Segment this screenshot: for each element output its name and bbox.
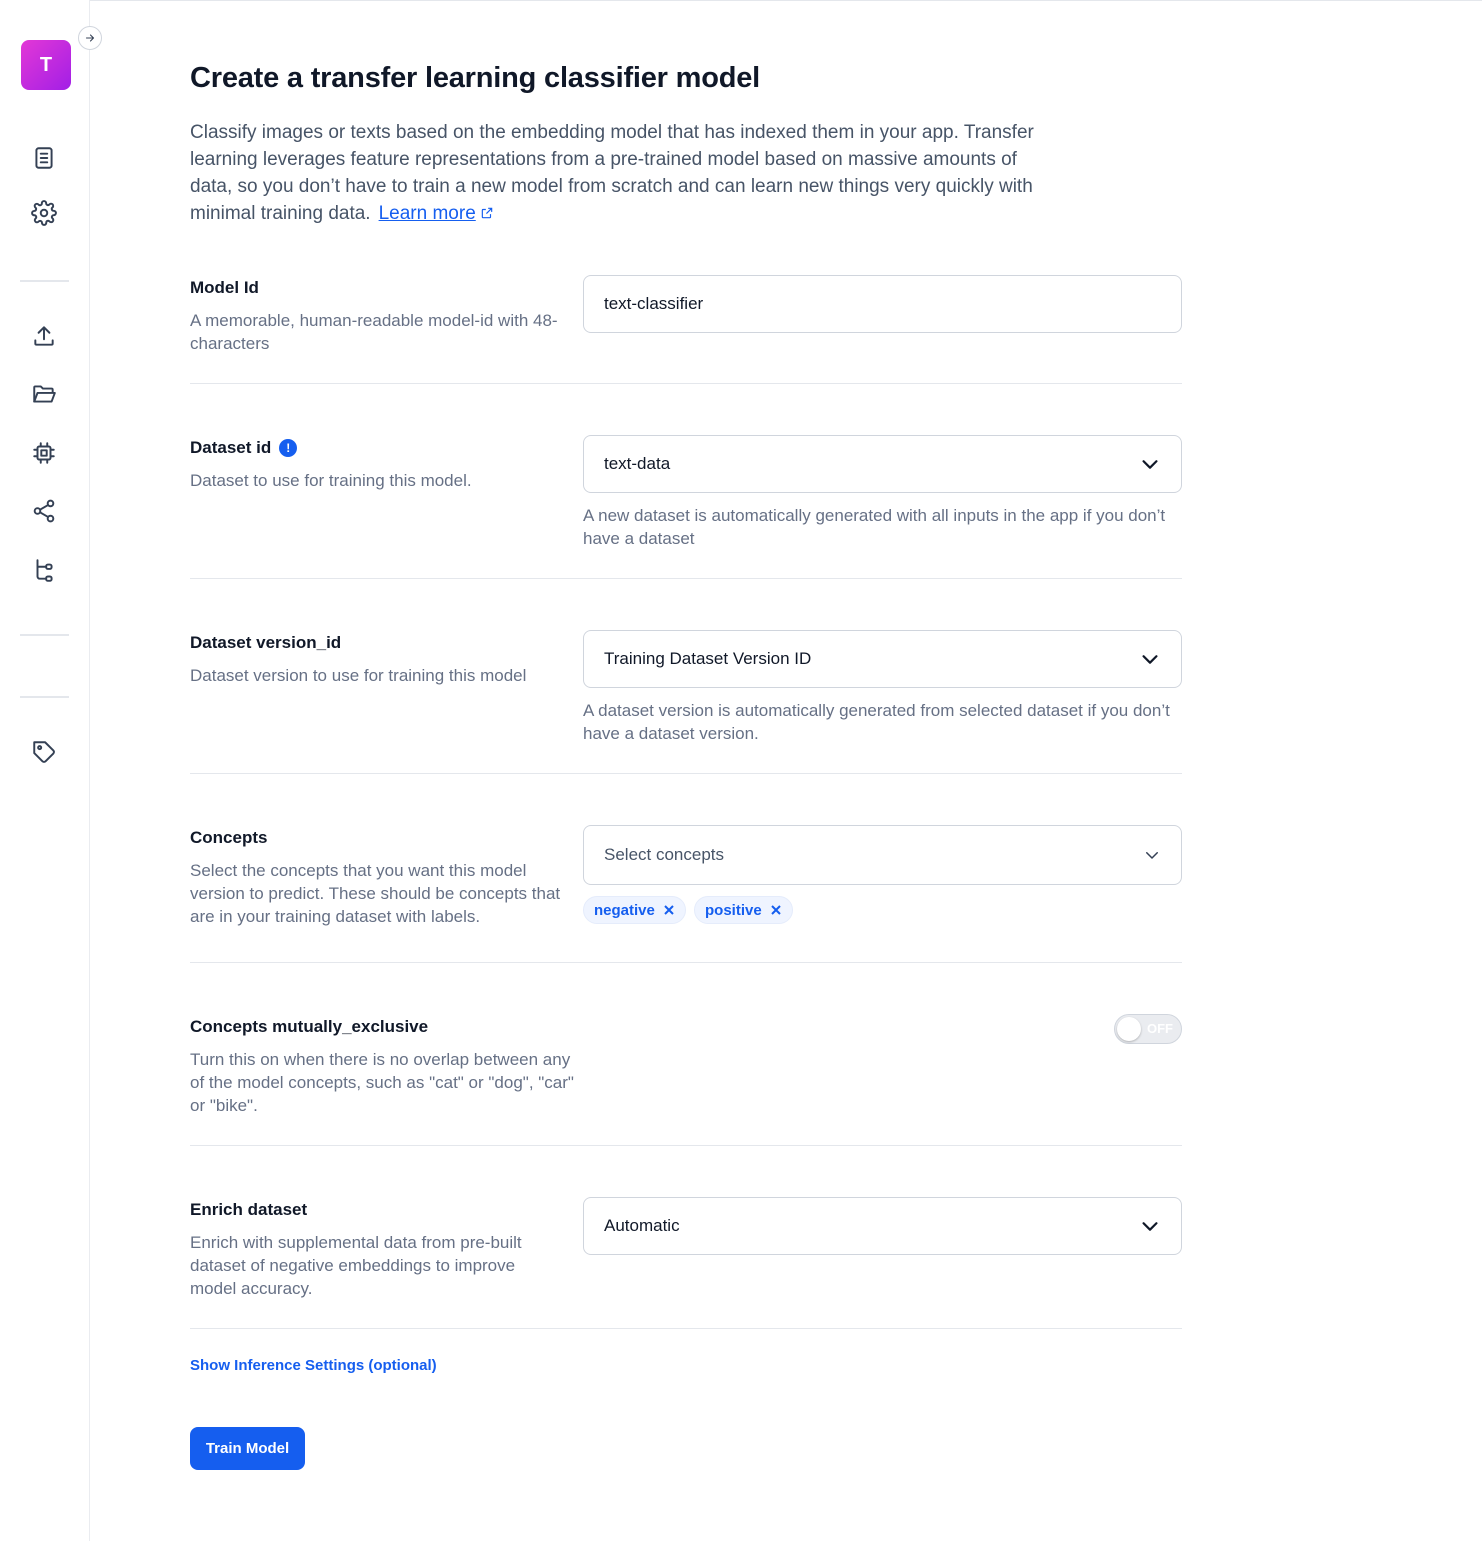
sidebar-item-models[interactable]	[26, 435, 62, 471]
chip-icon	[33, 442, 55, 464]
concepts-select[interactable]: Select concepts	[583, 825, 1182, 885]
dataset-version-helper: A dataset version is automatically gener…	[583, 701, 1170, 743]
mutually-exclusive-label: Concepts mutually_exclusive	[190, 1017, 429, 1036]
mutually-exclusive-toggle[interactable]: OFF	[1114, 1014, 1182, 1044]
section-divider	[190, 773, 1182, 774]
section-divider	[190, 962, 1182, 963]
learn-more-label: Learn more	[378, 203, 476, 224]
sidebar-item-inputs[interactable]	[26, 376, 62, 412]
sidebar: T	[0, 0, 102, 1541]
dataset-id-value: text-data	[604, 454, 671, 473]
page-title: Create a transfer learning classifier mo…	[190, 62, 761, 94]
sidebar-item-overview[interactable]	[26, 140, 62, 176]
enrich-dataset-value: Automatic	[604, 1216, 680, 1235]
model-id-value: text-classifier	[604, 294, 704, 313]
dataset-version-select[interactable]: Training Dataset Version ID	[583, 630, 1182, 688]
sidebar-item-workflows[interactable]	[26, 552, 62, 588]
tag-icon	[33, 741, 55, 763]
sidebar-item-upload[interactable]	[26, 318, 62, 354]
sidebar-divider	[20, 696, 69, 698]
chevron-down-icon	[1146, 852, 1158, 859]
expand-sidebar-button[interactable]	[78, 26, 102, 50]
app-avatar[interactable]: T	[21, 40, 71, 90]
top-border	[0, 0, 1482, 1]
dataset-id-helper: A new dataset is automatically generated…	[583, 506, 1166, 548]
dataset-id-label-text: Dataset id	[190, 438, 272, 457]
model-id-input[interactable]: text-classifier	[583, 275, 1182, 333]
dataset-version-description: Dataset version to use for training this…	[190, 666, 527, 685]
toggle-state-label: OFF	[1147, 1021, 1173, 1036]
model-id-description: A memorable, human-readable model-id wit…	[190, 311, 558, 353]
enrich-dataset-select[interactable]: Automatic	[583, 1197, 1182, 1255]
intro-body: Classify images or texts based on the em…	[190, 122, 1034, 224]
concepts-placeholder: Select concepts	[604, 845, 725, 864]
selected-concepts: negative positive	[583, 896, 1182, 924]
info-icon[interactable]: !	[279, 439, 298, 457]
learn-more-link[interactable]: Learn more	[379, 203, 494, 224]
arrow-right-icon	[85, 34, 95, 42]
section-divider	[190, 1328, 1182, 1329]
enrich-dataset-description: Enrich with supplemental data from pre-b…	[190, 1233, 522, 1298]
show-inference-settings-link[interactable]: Show Inference Settings (optional)	[190, 1357, 437, 1374]
concept-chip: positive	[694, 896, 793, 924]
intro-text: Classify images or texts based on the em…	[190, 119, 1050, 227]
dataset-id-description: Dataset to use for training this model.	[190, 471, 472, 490]
sidebar-item-settings[interactable]	[26, 195, 62, 231]
concepts-description: Select the concepts that you want this m…	[190, 861, 561, 926]
section-divider	[190, 578, 1182, 579]
sidebar-divider	[20, 634, 69, 636]
model-id-label: Model Id	[190, 278, 259, 297]
close-icon[interactable]	[663, 904, 675, 916]
train-model-button[interactable]: Train Model	[190, 1427, 305, 1470]
dataset-id-select[interactable]: text-data	[583, 435, 1182, 493]
section-divider	[190, 1145, 1182, 1146]
chevron-down-icon	[1142, 460, 1158, 469]
folder-icon	[33, 385, 56, 403]
concept-chip-label: negative	[594, 901, 655, 919]
concept-chip: negative	[583, 896, 686, 924]
sidebar-item-share[interactable]	[26, 493, 62, 529]
mutually-exclusive-description: Turn this on when there is no overlap be…	[190, 1050, 574, 1115]
share-icon	[33, 499, 55, 523]
upload-icon	[34, 326, 54, 346]
dataset-id-label: Dataset id!	[190, 438, 298, 458]
toggle-knob	[1117, 1017, 1141, 1041]
sidebar-divider	[20, 280, 69, 282]
document-icon	[35, 147, 53, 169]
close-icon[interactable]	[770, 904, 782, 916]
enrich-dataset-label: Enrich dataset	[190, 1200, 308, 1219]
concepts-label: Concepts	[190, 828, 268, 847]
settings-icon	[31, 200, 57, 226]
workflow-icon	[36, 559, 53, 582]
sidebar-item-labels[interactable]	[26, 734, 62, 770]
concept-chip-label: positive	[705, 901, 762, 919]
chevron-down-icon	[1142, 1222, 1158, 1231]
section-divider	[190, 383, 1182, 384]
external-link-icon	[481, 207, 493, 219]
chevron-down-icon	[1142, 655, 1158, 664]
dataset-version-value: Training Dataset Version ID	[604, 649, 812, 668]
dataset-version-label: Dataset version_id	[190, 633, 342, 652]
